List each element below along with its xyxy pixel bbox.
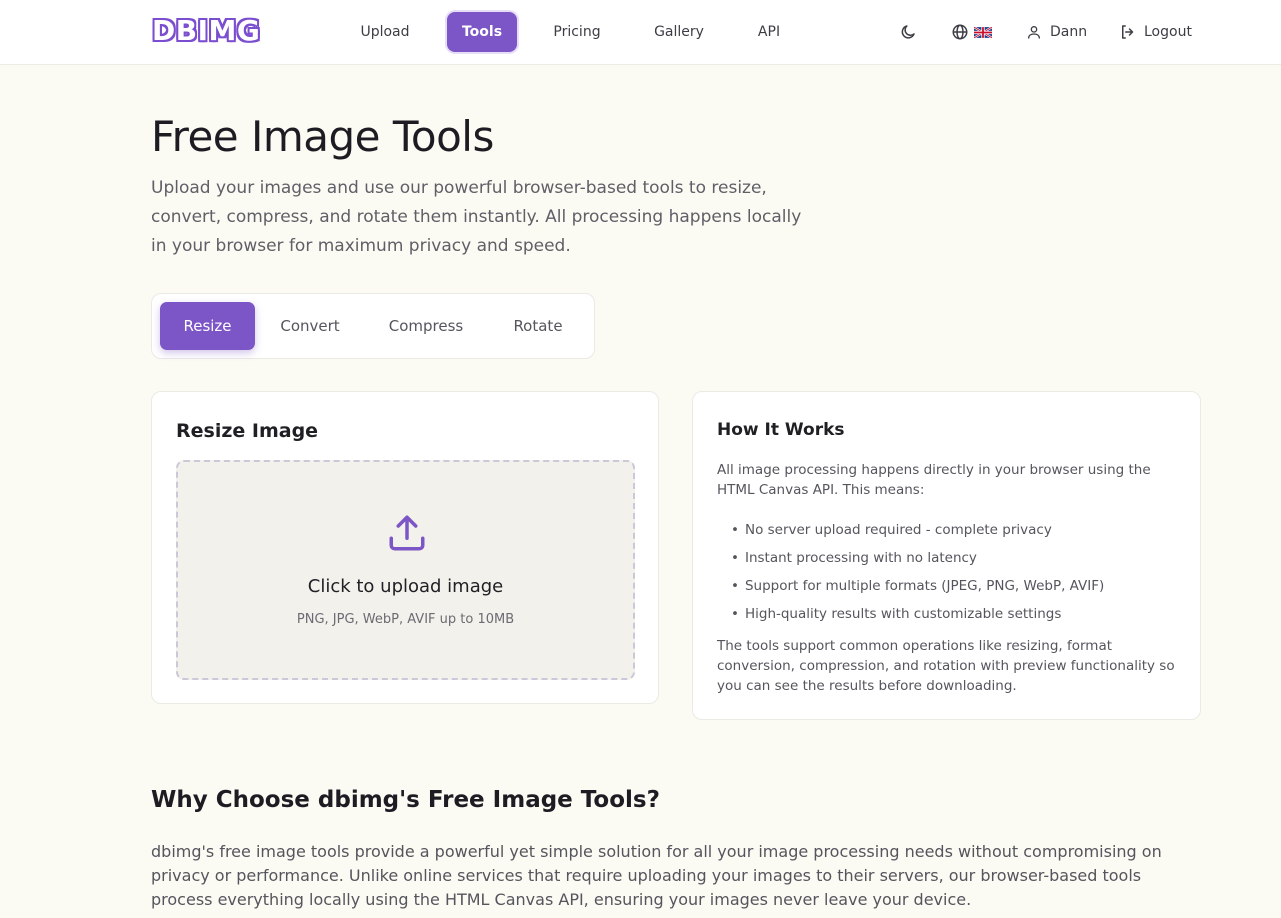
- how-it-works-intro: All image processing happens directly in…: [717, 462, 1151, 498]
- why-section-title: Why Choose dbimg's Free Image Tools?: [151, 787, 660, 813]
- upload-dropzone[interactable]: Click to upload image PNG, JPG, WebP, AV…: [176, 460, 635, 680]
- list-item: High-quality results with customizable s…: [731, 600, 1104, 628]
- nav-api[interactable]: API: [749, 12, 789, 52]
- nav-tools[interactable]: Tools: [447, 12, 517, 52]
- page-title: Free Image Tools: [151, 112, 494, 161]
- logo[interactable]: DBIMG: [152, 14, 260, 47]
- nav-pricing[interactable]: Pricing: [542, 12, 612, 52]
- how-it-works-outro: The tools support common operations like…: [717, 638, 1175, 694]
- user-name[interactable]: Dann: [1050, 22, 1087, 42]
- how-it-works-card: How It Works All image processing happen…: [692, 391, 1201, 720]
- tab-compress[interactable]: Compress: [370, 302, 482, 350]
- how-it-works-list: No server upload required - complete pri…: [731, 516, 1104, 628]
- upload-icon: [389, 515, 425, 551]
- list-item: Support for multiple formats (JPEG, PNG,…: [731, 572, 1104, 600]
- tab-convert[interactable]: Convert: [265, 302, 355, 350]
- list-item: Instant processing with no latency: [731, 544, 1104, 572]
- logout-link[interactable]: Logout: [1144, 22, 1192, 42]
- user-icon[interactable]: [1026, 23, 1042, 41]
- nav-upload[interactable]: Upload: [347, 12, 423, 52]
- upload-hint: PNG, JPG, WebP, AVIF up to 10MB: [296, 612, 515, 627]
- resize-card: Resize Image Click to upload image PNG, …: [151, 391, 659, 704]
- how-it-works-title: How It Works: [717, 420, 845, 440]
- list-item: No server upload required - complete pri…: [731, 516, 1104, 544]
- top-navbar: DBIMG Upload Tools Pricing Gallery API D…: [0, 0, 1281, 65]
- tab-rotate[interactable]: Rotate: [497, 302, 579, 350]
- tool-tabs: Resize Convert Compress Rotate: [151, 293, 595, 359]
- tab-resize[interactable]: Resize: [160, 302, 255, 350]
- uk-flag-icon[interactable]: [974, 27, 992, 38]
- resize-card-title: Resize Image: [176, 420, 319, 442]
- logout-icon[interactable]: [1119, 23, 1137, 41]
- upload-label: Click to upload image: [307, 576, 504, 597]
- page-subtitle: Upload your images and use our powerful …: [151, 178, 802, 256]
- globe-icon[interactable]: [951, 23, 969, 41]
- moon-icon[interactable]: [899, 23, 917, 41]
- why-section-text: dbimg's free image tools provide a power…: [151, 842, 1162, 909]
- nav-gallery[interactable]: Gallery: [642, 12, 716, 52]
